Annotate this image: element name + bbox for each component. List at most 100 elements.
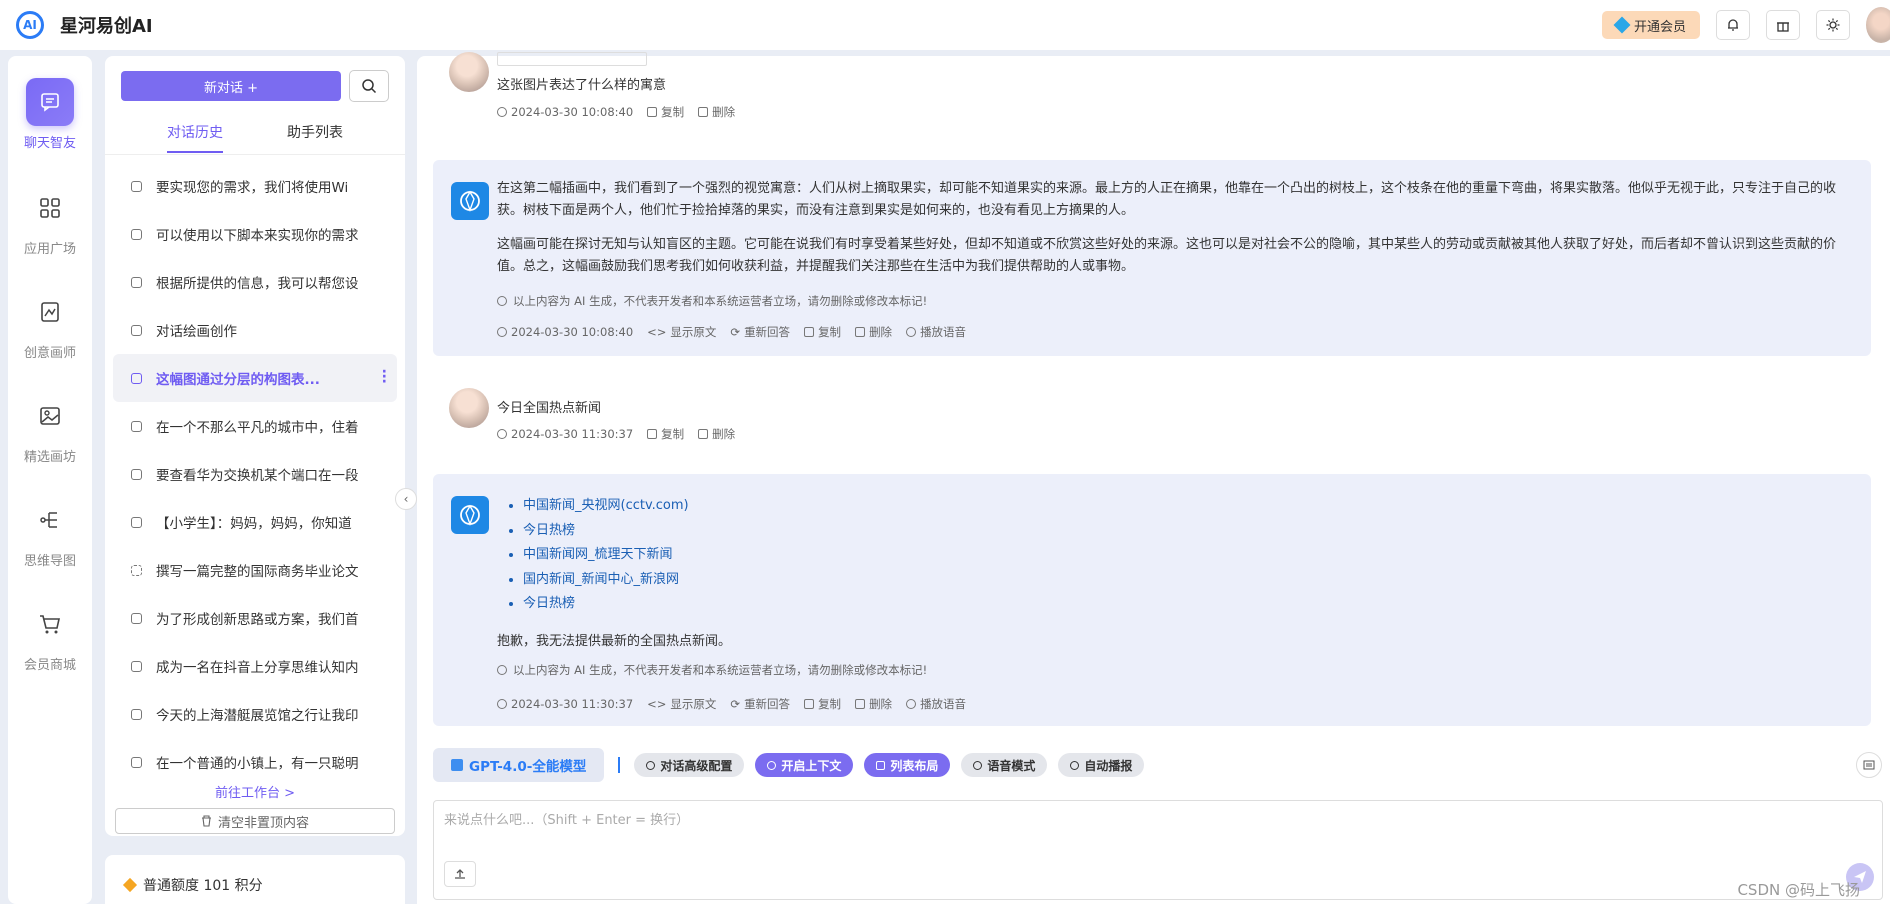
ai-message: 中国新闻_央视网(cctv.com) 今日热榜 中国新闻网_梳理天下新闻 国内新… [433, 474, 1871, 726]
history-item[interactable]: 今天的上海潜艇展览馆之行让我印 [113, 690, 397, 738]
history-item[interactable]: 成为一名在抖音上分享思维认知内 [113, 642, 397, 690]
cube-icon [451, 759, 463, 771]
voice-mode-button[interactable]: 语音模式 [961, 753, 1048, 777]
history-item[interactable]: 撰写一篇完整的国际商务毕业论文 [113, 546, 397, 594]
news-link[interactable]: 今日热榜 [523, 519, 1847, 544]
user-message: 这张图片表达了什么样的寓意 2024-03-30 10:08:40 复制 删除 [449, 52, 1149, 132]
nav-rail: 聊天智友 应用广场 创意画师 精选画坊 思维导图 会员商城 [8, 56, 92, 904]
sun-icon [1826, 18, 1840, 32]
upload-button[interactable] [444, 861, 476, 887]
rail-item-mindmap[interactable]: 思维导图 [8, 496, 92, 569]
refresh-icon: ⟳ [730, 325, 741, 339]
new-chat-button[interactable]: 新对话 + [121, 71, 341, 101]
ai-message: 在这第二幅插画中，我们看到了一个强烈的视觉寓意：人们从树上摘取果实，却可能不知道… [433, 160, 1871, 356]
info-icon [497, 664, 507, 675]
history-item[interactable]: 对话绘画创作 [113, 306, 397, 354]
diamond-icon [1613, 16, 1631, 34]
list-layout-toggle[interactable]: 列表布局 [864, 753, 951, 777]
clear-history-button[interactable]: 清空非置顶内容 [115, 808, 395, 834]
history-item[interactable]: 要实现您的需求，我们将使用Wi [113, 162, 397, 210]
rail-item-chat[interactable]: 聊天智友 [8, 78, 92, 151]
waveform-icon [1070, 760, 1080, 770]
upload-icon [455, 869, 465, 879]
news-link[interactable]: 今日热榜 [523, 592, 1847, 617]
tab-underline [167, 151, 223, 153]
news-link[interactable]: 国内新闻_新闻中心_新浪网 [523, 568, 1847, 593]
play-voice-button[interactable]: 播放语音 [906, 324, 966, 340]
tab-history[interactable]: 对话历史 [167, 122, 223, 142]
chat-item-icon [131, 516, 142, 528]
delete-button[interactable]: 删除 [698, 426, 735, 442]
show-raw-button[interactable]: <> 显示原文 [647, 324, 716, 340]
history-item-active[interactable]: 这幅图通过分层的构图表... · · · [113, 354, 397, 402]
history-search-button[interactable] [349, 70, 389, 102]
copy-button[interactable]: 复制 [647, 104, 684, 120]
advanced-config-button[interactable]: 对话高级配置 [634, 753, 745, 777]
refresh-icon: ⟳ [730, 697, 741, 711]
chat-item-icon [131, 660, 142, 672]
message-meta: 2024-03-30 11:30:37 复制 删除 [497, 426, 735, 442]
chat-item-icon [131, 468, 142, 480]
mindmap-icon [26, 496, 74, 544]
history-item[interactable]: 在一个不那么平凡的城市中，住着 [113, 402, 397, 450]
ai-avatar-icon [451, 182, 489, 220]
goto-workspace-link[interactable]: 前往工作台 > [105, 782, 405, 801]
show-raw-button[interactable]: <> 显示原文 [647, 696, 716, 712]
history-item-title: 在一个普通的小镇上，有一只聪明 [156, 756, 359, 772]
regenerate-button[interactable]: ⟳ 重新回答 [730, 696, 790, 712]
chevron-left-icon: ‹ [403, 492, 409, 506]
vip-button[interactable]: 开通会员 [1601, 11, 1700, 39]
grid-icon [876, 760, 886, 770]
clock-icon [497, 327, 507, 337]
context-toggle[interactable]: 开启上下文 [755, 753, 854, 777]
history-item[interactable]: 可以使用以下脚本来实现你的需求 [113, 210, 397, 258]
delete-button[interactable]: 删除 [855, 324, 892, 340]
news-link[interactable]: 中国新闻网_梳理天下新闻 [523, 543, 1847, 568]
keyboard-button[interactable] [1856, 752, 1882, 778]
history-item-title: 可以使用以下脚本来实现你的需求 [156, 228, 359, 244]
ai-paragraph: 抱歉，我无法提供最新的全国热点新闻。 [497, 633, 732, 649]
ai-message-body: 在这第二幅插画中，我们看到了一个强烈的视觉寓意：人们从树上摘取果实，却可能不知道… [497, 178, 1847, 312]
history-item[interactable]: 根据所提供的信息，我可以帮您设 [113, 258, 397, 306]
message-input[interactable]: 来说点什么吧...（Shift + Enter = 换行） [433, 800, 1883, 900]
rail-label: 聊天智友 [23, 136, 76, 151]
tab-assistants[interactable]: 助手列表 [287, 122, 343, 142]
history-item-title: 今天的上海潜艇展览馆之行让我印 [156, 708, 359, 724]
copy-icon [804, 699, 815, 709]
copy-button[interactable]: 复制 [804, 324, 841, 340]
rail-item-apps[interactable]: 应用广场 [8, 184, 92, 257]
history-panel: 新对话 + 对话历史 助手列表 要实现您的需求，我们将使用Wi 可以使用以下脚本… [105, 56, 405, 836]
rail-item-draw[interactable]: 创意画师 [8, 288, 92, 361]
user-avatar [449, 388, 489, 428]
rail-item-gallery[interactable]: 精选画坊 [8, 392, 92, 465]
copy-button[interactable]: 复制 [804, 696, 841, 712]
user-avatar[interactable] [1866, 7, 1890, 43]
draw-icon [26, 288, 74, 336]
auto-play-button[interactable]: 自动播报 [1058, 753, 1145, 777]
trash-icon [855, 327, 866, 337]
rail-label: 应用广场 [23, 242, 76, 257]
model-selector[interactable]: GPT-4.0-全能模型 [433, 748, 605, 782]
theme-toggle-button[interactable] [1816, 10, 1850, 40]
delete-button[interactable]: 删除 [855, 696, 892, 712]
gift-icon [1777, 22, 1789, 32]
regenerate-button[interactable]: ⟳ 重新回答 [730, 324, 790, 340]
ai-paragraph: 这幅画可能在探讨无知与认知盲区的主题。它可能在说我们有时享受着某些好处，但却不知… [497, 237, 1837, 274]
message-text: 今日全国热点新闻 [497, 401, 602, 416]
history-item[interactable]: 在一个普通的小镇上，有一只聪明 [113, 738, 397, 786]
copy-button[interactable]: 复制 [647, 426, 684, 442]
history-item[interactable]: 【小学生】：妈妈，妈妈，你知道 [113, 498, 397, 546]
chat-bubble-icon [767, 760, 777, 770]
gift-button[interactable] [1766, 10, 1800, 40]
history-item[interactable]: 为了形成创新思路或方案，我们首 [113, 594, 397, 642]
rail-item-shop[interactable]: 会员商城 [8, 600, 92, 673]
play-voice-button[interactable]: 播放语音 [906, 696, 966, 712]
delete-button[interactable]: 删除 [698, 104, 735, 120]
notification-button[interactable] [1716, 10, 1750, 40]
more-options-icon[interactable]: · · · [382, 365, 387, 389]
collapse-panel-button[interactable]: ‹ [395, 488, 417, 510]
history-item-title: 要查看华为交换机某个端口在一段 [156, 468, 359, 484]
history-item[interactable]: 要查看华为交换机某个端口在一段 [113, 450, 397, 498]
timestamp: 2024-03-30 11:30:37 [497, 427, 633, 441]
news-link[interactable]: 中国新闻_央视网(cctv.com) [523, 494, 1847, 519]
